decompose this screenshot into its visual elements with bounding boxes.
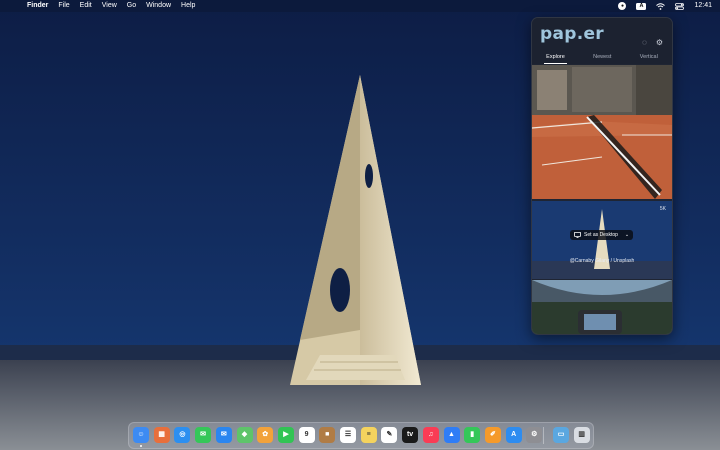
paper-popover: pap.er ◌ ⚙ Explore Newest Vertical 5K Se… [531,17,673,335]
dock-app-store-icon[interactable]: A [505,427,522,443]
dock-running-indicator [140,445,142,447]
paper-logo: pap.er [540,24,604,44]
dock-facetime-icon[interactable]: ▶ [277,427,294,443]
paper-status-icon[interactable]: ● [618,0,627,12]
dock-downloads-icon[interactable]: ▭ [553,427,569,443]
dock-notes-brown-icon[interactable]: ■ [319,427,336,443]
wallpaper-thumbnail-selected[interactable]: 5K Set as Desktop ⌄ @Carnaby Gilany / Un… [532,201,672,279]
set-as-desktop-label: Set as Desktop [584,232,618,238]
dock-maps-icon[interactable]: ◆ [236,427,253,443]
wallpaper-thumbnail[interactable] [532,280,672,334]
dock-music-icon[interactable]: ♫ [422,427,439,443]
dock-keynote-icon[interactable]: ▲ [443,427,460,443]
dock-photos-icon[interactable]: ✿ [257,427,274,443]
input-source-icon[interactable]: A [636,0,647,12]
dock-safari-icon[interactable]: ◎ [174,427,191,443]
menu-window[interactable]: Window [146,0,171,12]
dock-calendar-icon[interactable]: 9 [298,427,315,443]
menu-file[interactable]: File [58,0,69,12]
control-center-icon[interactable] [675,0,685,12]
dock-messages-icon[interactable]: ✉ [195,427,212,443]
menu-edit[interactable]: Edit [80,0,92,12]
menu-view[interactable]: View [102,0,117,12]
popover-tabs: Explore Newest Vertical [532,54,672,64]
dock-separator [543,427,544,444]
popover-header: pap.er ◌ ⚙ Explore Newest Vertical [532,18,672,64]
wifi-icon[interactable] [656,0,666,12]
dock-notes-icon[interactable]: ≡ [360,427,377,443]
resolution-badge: 5K [659,206,666,212]
menu-clock[interactable]: 12:41 [694,0,712,12]
gear-icon[interactable]: ⚙ [655,38,664,47]
dock-mail-icon[interactable]: ✉ [215,427,232,443]
dock-trash-icon[interactable]: ▥ [573,427,590,443]
photo-credit[interactable]: @Carnaby Gilany / Unsplash [532,258,672,264]
dock-pages-icon[interactable]: ✐ [484,427,501,443]
dock-finder-icon[interactable]: ☺ [133,427,149,443]
tab-explore[interactable]: Explore [544,54,567,64]
chevron-down-icon[interactable]: ⌄ [625,230,629,240]
tab-vertical[interactable]: Vertical [638,54,660,64]
menu-help[interactable]: Help [181,0,195,12]
dock-launchpad-icon[interactable]: ▦ [153,427,170,443]
dock-numbers-icon[interactable]: ▮ [464,427,481,443]
menu-bar: Finder File Edit View Go Window Help ● A… [0,0,720,12]
menu-app-name[interactable]: Finder [27,0,48,12]
wallpaper-thumbnail[interactable] [532,65,672,199]
dock-reminders-icon[interactable]: ☰ [340,427,356,443]
status-area: ● A 12:41 [618,0,712,12]
set-as-desktop-button[interactable]: Set as Desktop ⌄ [570,230,634,240]
tab-newest[interactable]: Newest [591,54,613,64]
dock: ☺ ▦ ◎ ✉ ✉ ◆ ✿ ▶ 9 ■ ☰ ≡ ✎ tv ♫ ▲ ▮ ✐ A ⚙ ▭ ▥ [128,422,594,449]
monitor-icon [574,232,581,238]
refresh-icon[interactable]: ◌ [640,38,649,47]
menu-go[interactable]: Go [127,0,136,12]
dock-system-settings-icon[interactable]: ⚙ [526,427,543,443]
dock-freeform-icon[interactable]: ✎ [381,427,398,443]
dock-tv-icon[interactable]: tv [402,427,419,443]
